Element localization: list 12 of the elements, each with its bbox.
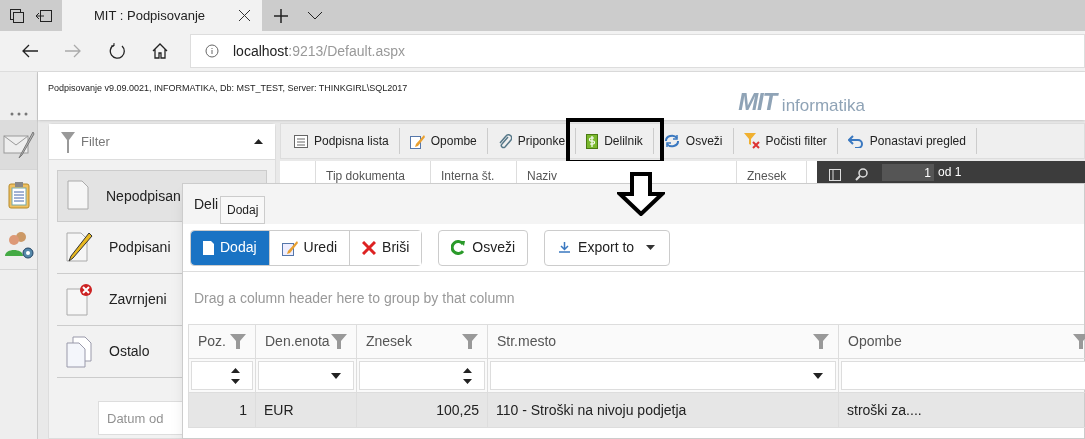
page-total: od 1 bbox=[938, 164, 962, 181]
url-text: localhost:9213/Default.aspx bbox=[233, 41, 405, 61]
logo: MIT informatika bbox=[738, 90, 865, 114]
version-text: Podpisovanje v9.09.0021, INFORMATIKA, Db: MST_TEST, Server: THINKGIRL\SQL2017 bbox=[48, 82, 408, 95]
filter-title: Filter bbox=[81, 132, 111, 151]
table-cell: stroški za.... bbox=[839, 393, 1085, 428]
tooltip: Dodaj bbox=[220, 196, 266, 224]
dialog-title: Deli bbox=[194, 194, 219, 214]
table-cell: 1 bbox=[189, 393, 256, 428]
table-cell: 100,25 bbox=[357, 393, 488, 428]
table-cell: 110 - Stroški na nivoju podjetja bbox=[488, 393, 839, 428]
table-cell: EUR bbox=[256, 393, 357, 428]
